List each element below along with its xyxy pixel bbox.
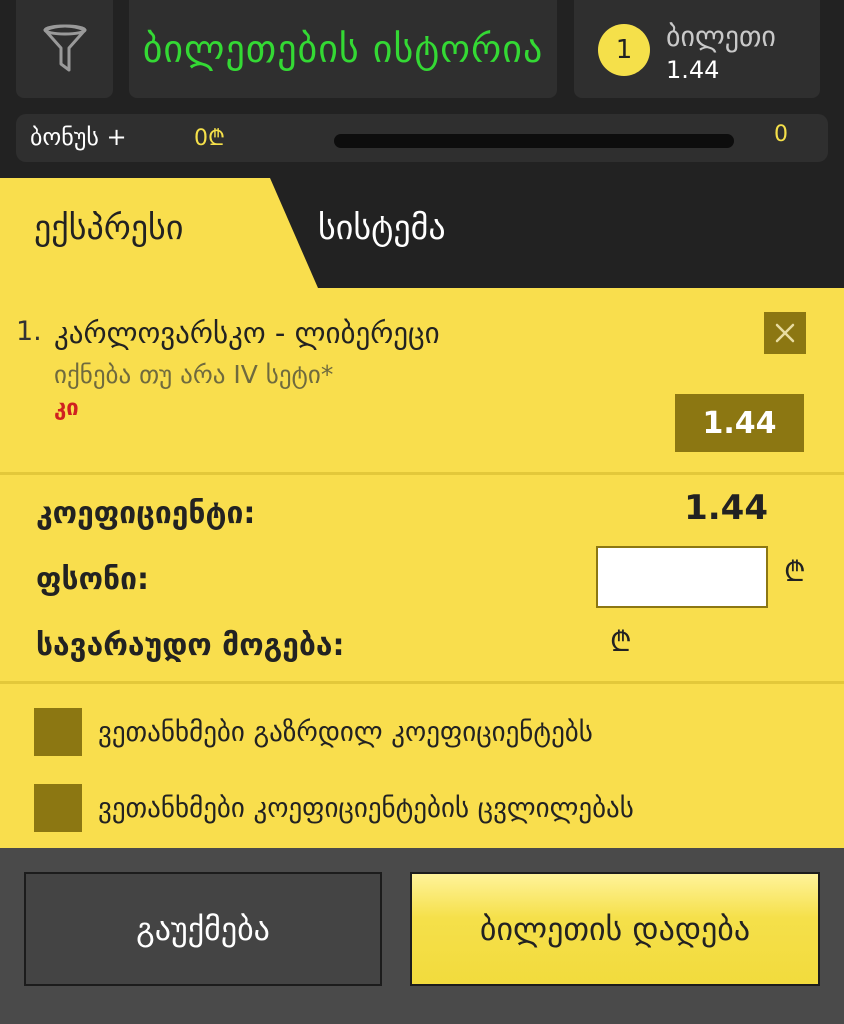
tab-express[interactable]: ექსპრესი [0,178,318,288]
ticket-label: ბილეთი [666,20,776,53]
cancel-button[interactable]: გაუქმება [24,872,382,986]
bonus-bar: ბონუს + 0₾ 0 [16,114,828,162]
divider [0,681,844,684]
stake-input[interactable] [596,546,768,608]
bonus-count: 0 [774,122,788,147]
remove-bet-button[interactable] [764,312,806,354]
bonus-label: ბონუს + [30,123,127,151]
bet-pick: კი [54,396,79,421]
ticket-count-badge: 1 [598,24,650,76]
bet-match: კარლოვარსკო - ლიბერეცი [54,316,440,350]
stake-currency: ₾ [784,555,806,588]
betslip-panel: 1. კარლოვარსკო - ლიბერეცი იქნება თუ არა … [0,288,844,848]
coefficient-value: 1.44 [684,488,768,528]
bet-item: 1. კარლოვარსკო - ლიბერეცი იქნება თუ არა … [0,288,844,474]
accept-increased-odds-checkbox[interactable] [34,708,82,756]
place-bet-button[interactable]: ბილეთის დადება [410,872,820,986]
ticket-total-odd: 1.44 [666,56,720,84]
footer: გაუქმება ბილეთის დადება [0,848,844,1024]
accept-odds-change-checkbox[interactable] [34,784,82,832]
potential-win-currency: ₾ [610,625,632,658]
bet-odd: 1.44 [675,394,804,452]
bet-market: იქნება თუ არა IV სეტი* [54,360,334,389]
filter-button[interactable] [16,0,113,98]
accept-increased-odds-label: ვეთანხმები გაზრდილ კოეფიციენტებს [98,716,593,748]
accept-odds-change-label: ვეთანხმები კოეფიციენტების ცვლილებას [98,792,634,824]
accept-increased-odds-row[interactable]: ვეთანხმები გაზრდილ კოეფიციენტებს [34,708,593,756]
accept-odds-change-row[interactable]: ვეთანხმები კოეფიციენტების ცვლილებას [34,784,634,832]
ticket-summary[interactable]: 1 ბილეთი 1.44 [574,0,820,98]
close-icon [775,323,795,343]
tab-system[interactable]: სისტემა [318,208,446,248]
tab-express-label: ექსპრესი [34,208,184,248]
stake-label: ფსონი: [36,562,149,597]
bet-type-tabs: ექსპრესი სისტემა [0,178,844,288]
bet-number: 1. [16,316,42,347]
funnel-icon [43,24,86,72]
potential-win-label: სავარაუდო მოგება: [36,628,345,663]
bonus-amount: 0₾ [194,126,225,151]
divider [0,472,844,475]
bonus-progress-track [334,134,734,148]
coefficient-label: კოეფიციენტი: [36,496,256,531]
ticket-history-button[interactable]: ბილეთების ისტორია [129,0,557,98]
